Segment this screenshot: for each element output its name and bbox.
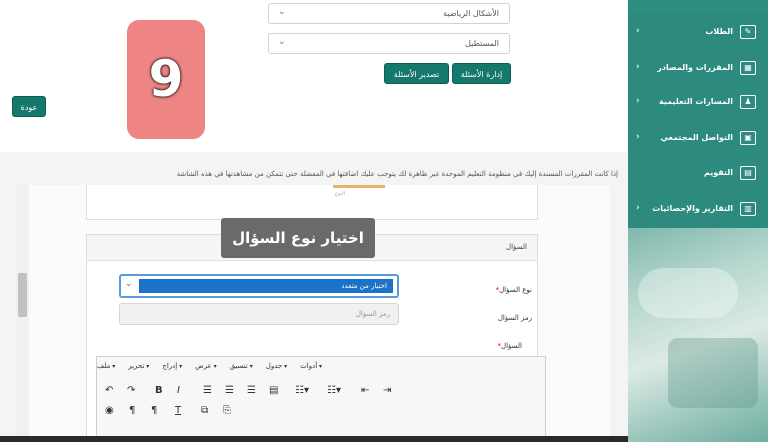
- chevron-down-icon: ⌄: [125, 279, 133, 289]
- menu-edit[interactable]: تحرير: [128, 362, 149, 370]
- upper-box-label: النوع: [335, 191, 345, 197]
- chevron-left-icon: ‹: [636, 96, 640, 106]
- chevron-left-icon: ‹: [636, 26, 640, 36]
- sidebar-item-label: الطلاب: [705, 27, 733, 36]
- upper-panel-box: النوع: [86, 185, 538, 220]
- back-button[interactable]: عودة: [12, 96, 46, 117]
- sidebar-item-community[interactable]: ▣ التواصل المجتمعي ‹: [628, 124, 768, 151]
- align-center-icon[interactable]: ☰: [225, 385, 234, 396]
- bottom-strip: [0, 436, 628, 442]
- menu-file[interactable]: ملف: [97, 362, 115, 370]
- learning-paths-icon: ♟: [740, 94, 756, 109]
- reports-icon: ▥: [740, 201, 756, 216]
- calendar-icon: ▤: [740, 165, 756, 180]
- students-icon: ✎: [740, 24, 756, 39]
- decorative-shape: [668, 338, 758, 408]
- manage-questions-button[interactable]: إدارة الأسئلة: [452, 63, 511, 84]
- copy-icon[interactable]: ⧉: [201, 405, 208, 416]
- paste-icon[interactable]: ⎘: [223, 405, 231, 416]
- sidebar: ✎ الطلاب ‹ ▦ المقررات والمصادر ‹ ♟ المسا…: [628, 0, 768, 442]
- step-tooltip: اختيار نوع السؤال: [221, 218, 375, 258]
- numbered-list-icon[interactable]: ☷▾: [327, 385, 341, 396]
- shape-select[interactable]: المستطيل ⌄: [268, 33, 510, 54]
- decorative-shape: [638, 268, 738, 318]
- redo-icon[interactable]: ↷: [127, 385, 135, 396]
- sidebar-item-label: التقويم: [703, 168, 733, 177]
- bullet-list-icon[interactable]: ☷▾: [295, 385, 309, 396]
- question-type-selected-option[interactable]: اختيار من متعدد: [139, 279, 393, 293]
- bold-icon[interactable]: B: [155, 385, 163, 396]
- editor-toolbar-row-2: ◉ ¶ ¶ T ⧉ ⎘: [105, 405, 405, 421]
- italic-icon[interactable]: I: [177, 385, 180, 396]
- question-type-label-text: نوع السؤال: [499, 286, 532, 294]
- page: الأشكال الرياضية ⌄ المستطيل ⌄ إدارة الأس…: [0, 0, 768, 442]
- sidebar-item-label: التواصل المجتمعي: [660, 133, 733, 142]
- question-type-select[interactable]: اختيار من متعدد ⌄: [119, 274, 399, 298]
- scrollbar-thumb[interactable]: [18, 273, 27, 317]
- sidebar-decorative-image: [628, 228, 768, 442]
- align-left-icon[interactable]: ☰: [247, 385, 256, 396]
- clear-format-icon[interactable]: T: [175, 405, 181, 416]
- courses-icon: ▦: [740, 60, 756, 75]
- menu-table[interactable]: جدول: [266, 362, 287, 370]
- community-icon: ▣: [740, 130, 756, 145]
- shape-value: المستطيل: [465, 39, 499, 48]
- menu-format[interactable]: تنسيق: [230, 362, 253, 370]
- main-area: الأشكال الرياضية ⌄ المستطيل ⌄ إدارة الأس…: [0, 0, 628, 442]
- shape-category-select[interactable]: الأشكال الرياضية ⌄: [268, 3, 510, 24]
- menu-insert[interactable]: إدراج: [162, 362, 182, 370]
- sidebar-item-label: المقررات والمصادر: [657, 63, 733, 72]
- sidebar-item-courses[interactable]: ▦ المقررات والمصادر ‹: [628, 54, 768, 81]
- chevron-left-icon: ‹: [636, 132, 640, 142]
- question-code-label: رمز السؤال: [497, 314, 532, 322]
- chevron-left-icon: ‹: [636, 62, 640, 72]
- editor-toolbar-row-1: ↶ ↷ B I ☰ ☰ ☰ ▤ ☷▾ ☷▾ ⇤ ⇥: [105, 385, 405, 401]
- favorites-notice: إذا كانت المقررات المسندة إليك في منظومة…: [176, 170, 618, 178]
- sidebar-item-calendar[interactable]: ▤ التقويم: [628, 159, 768, 186]
- question-type-label: نوع السؤال*: [470, 286, 532, 294]
- step-number-badge: 9: [127, 20, 205, 139]
- sidebar-item-students[interactable]: ✎ الطلاب ‹: [628, 18, 768, 45]
- align-right-icon[interactable]: ☰: [203, 385, 212, 396]
- chevron-down-icon: ⌄: [278, 7, 286, 17]
- progress-accent: [333, 185, 385, 188]
- rtl-icon[interactable]: ¶: [129, 405, 135, 416]
- sidebar-item-learning-paths[interactable]: ♟ المسارات التعليمية ‹: [628, 88, 768, 115]
- question-panel-title: السؤال: [506, 243, 527, 251]
- scrollbar[interactable]: [16, 185, 29, 442]
- export-questions-button[interactable]: تصدير الأسئلة: [384, 63, 449, 84]
- rich-text-editor[interactable]: أدوات جدول تنسيق عرض إدراج تحرير ملف ↶ ↷…: [96, 356, 546, 442]
- editor-menubar: أدوات جدول تنسيق عرض إدراج تحرير ملف: [97, 357, 545, 375]
- question-text-label-text: السؤال: [501, 342, 522, 350]
- sidebar-item-reports[interactable]: ▥ التقارير والإحصائيات ‹: [628, 195, 768, 222]
- chevron-down-icon: ⌄: [278, 37, 286, 47]
- question-text-label: السؤال*: [470, 342, 522, 350]
- ltr-icon[interactable]: ¶: [151, 405, 157, 416]
- undo-icon[interactable]: ↶: [105, 385, 113, 396]
- indent-icon[interactable]: ⇤: [361, 385, 369, 396]
- preview-icon[interactable]: ◉: [105, 405, 114, 416]
- sidebar-item-label: المسارات التعليمية: [659, 97, 733, 106]
- outdent-icon[interactable]: ⇥: [383, 385, 391, 396]
- question-code-input[interactable]: رمز السؤال: [119, 303, 399, 325]
- align-justify-icon[interactable]: ▤: [269, 385, 278, 396]
- sidebar-item-label: التقارير والإحصائيات: [652, 204, 733, 213]
- chevron-left-icon: ‹: [636, 203, 640, 213]
- menu-tools[interactable]: أدوات: [300, 362, 322, 370]
- shape-category-value: الأشكال الرياضية: [443, 9, 499, 18]
- menu-view[interactable]: عرض: [195, 362, 216, 370]
- sidebar-top: [628, 0, 768, 12]
